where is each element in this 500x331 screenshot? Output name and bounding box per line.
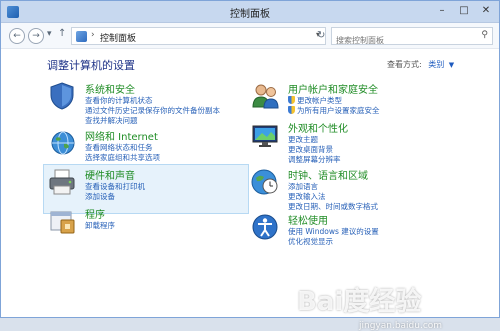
category-link[interactable]: 优化视觉显示 <box>288 236 333 247</box>
network-globe-icon <box>51 131 75 155</box>
category-appearance[interactable]: 外观和个性化 更改主题 更改桌面背景 调整屏幕分辨率 <box>250 120 480 164</box>
address-bar[interactable]: › 控制面板 ▾ <box>71 27 326 45</box>
display-icon <box>252 125 278 147</box>
forward-button[interactable]: → <box>28 28 44 44</box>
category-link[interactable]: 调整屏幕分辨率 <box>288 154 341 165</box>
page-title: 调整计算机的设置 <box>47 59 135 72</box>
search-box[interactable]: ⚲ <box>331 27 493 49</box>
category-link[interactable]: 选择家庭组和共享选项 <box>85 152 160 163</box>
search-icon[interactable]: ⚲ <box>481 30 488 40</box>
category-system-security[interactable]: 系统和安全 查看你的计算机状态 通过文件历史记录保存你的文件备份副本 查找并解决… <box>47 81 247 127</box>
maximize-button[interactable]: □ <box>455 4 473 18</box>
category-heading[interactable]: 硬件和声音 <box>85 167 135 182</box>
main-content: 调整计算机的设置 查看方式: 类别 ▼ 系统和安全 查看你的计算机状态 通过文件… <box>1 49 499 331</box>
category-link[interactable]: 添加设备 <box>85 191 115 202</box>
category-heading[interactable]: 系统和安全 <box>85 81 135 96</box>
shield-icon <box>50 82 74 110</box>
category-hardware-sound[interactable]: 硬件和声音 查看设备和打印机 添加设备 <box>47 167 247 201</box>
view-by-dropdown[interactable]: 类别 <box>428 60 444 69</box>
control-panel-window: 控制面板 – □ ✕ ← → ▾ ↑ › 控制面板 ▾ ↻ ⚲ 调整计算机的设置… <box>0 0 500 331</box>
baidu-watermark: Bai度经验 <box>297 287 422 317</box>
baidu-watermark-url: jingyan.baidu.com <box>359 321 443 331</box>
category-link[interactable]: 查找并解决问题 <box>85 115 138 126</box>
category-heading[interactable]: 程序 <box>85 206 105 221</box>
refresh-icon[interactable]: ↻ <box>317 30 325 41</box>
programs-icon <box>50 211 75 234</box>
category-link[interactable]: 更改日期、时间或数字格式 <box>288 201 378 212</box>
category-clock-language-region[interactable]: 时钟、语言和区域 添加语言 更改输入法 更改日期、时间或数字格式 <box>250 167 480 211</box>
category-network-internet[interactable]: 网络和 Internet 查看网络状态和任务 选择家庭组和共享选项 <box>47 128 247 162</box>
category-heading[interactable]: 用户帐户和家庭安全 <box>288 81 378 96</box>
users-icon <box>252 84 279 109</box>
category-heading[interactable]: 轻松使用 <box>288 212 328 227</box>
uac-shield-icon <box>288 106 295 114</box>
up-button[interactable]: ↑ <box>58 28 66 39</box>
category-heading[interactable]: 外观和个性化 <box>288 120 348 135</box>
view-by-label: 查看方式: <box>387 60 422 69</box>
window-title: 控制面板 <box>230 9 270 20</box>
uac-shield-icon <box>288 96 295 104</box>
back-button[interactable]: ← <box>9 28 25 44</box>
category-user-accounts[interactable]: 用户帐户和家庭安全 更改帐户类型 为所有用户设置家庭安全 <box>250 81 480 117</box>
category-link[interactable]: 为所有用户设置家庭安全 <box>288 105 380 116</box>
recent-locations-button[interactable]: ▾ <box>47 29 52 39</box>
breadcrumb-separator-icon[interactable]: › <box>91 30 95 40</box>
close-button[interactable]: ✕ <box>477 4 495 18</box>
search-input[interactable] <box>332 32 472 49</box>
chevron-down-icon[interactable]: ▼ <box>449 61 454 69</box>
printer-icon <box>49 169 75 195</box>
category-programs[interactable]: 程序 卸载程序 <box>47 206 247 234</box>
navigation-bar: ← → ▾ ↑ › 控制面板 ▾ ↻ ⚲ <box>1 23 499 49</box>
title-bar: 控制面板 – □ ✕ <box>1 1 499 23</box>
category-link[interactable]: 卸载程序 <box>85 220 115 231</box>
category-heading[interactable]: 时钟、语言和区域 <box>288 167 368 182</box>
category-ease-of-access[interactable]: 轻松使用 使用 Windows 建议的设置 优化视觉显示 <box>250 212 480 247</box>
ease-of-access-icon <box>252 214 278 240</box>
control-panel-icon <box>76 31 87 42</box>
minimize-button[interactable]: – <box>433 4 451 18</box>
view-by: 查看方式: 类别 ▼ <box>387 59 454 70</box>
clock-globe-icon <box>251 169 278 195</box>
breadcrumb-control-panel[interactable]: 控制面板 <box>100 31 136 44</box>
category-heading[interactable]: 网络和 Internet <box>85 128 158 143</box>
